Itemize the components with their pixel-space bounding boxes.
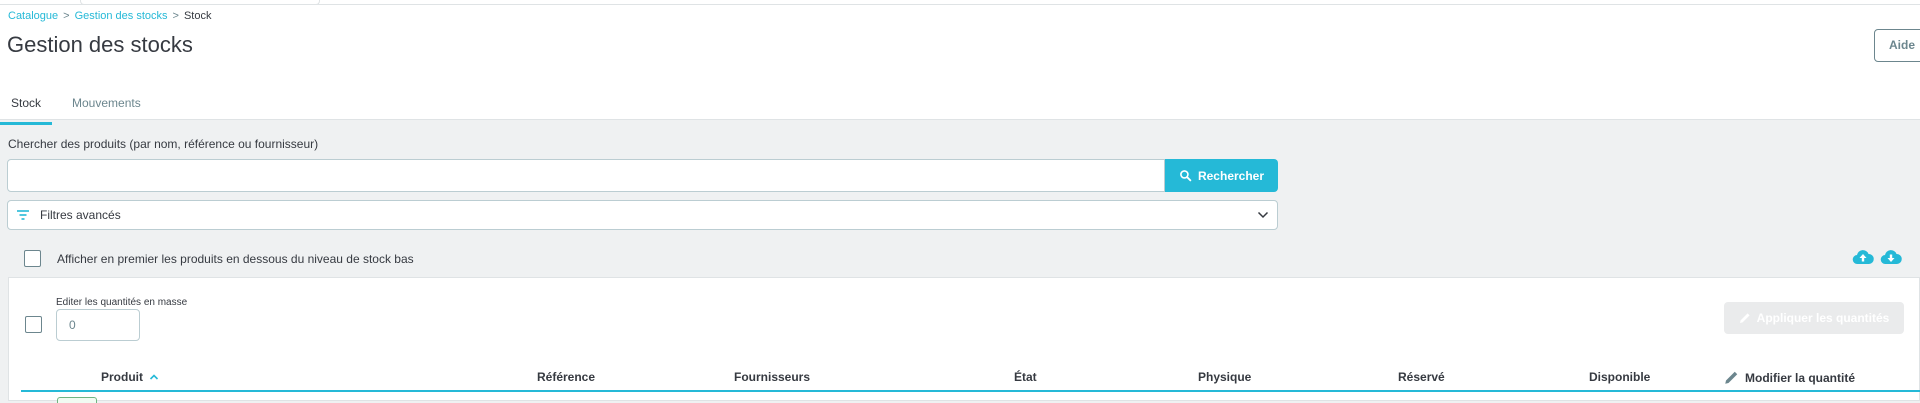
apply-quantities-button[interactable]: Appliquer les quantités <box>1724 302 1904 334</box>
search-label: Chercher des produits (par nom, référenc… <box>8 137 319 151</box>
cloud-upload-icon[interactable] <box>1852 249 1874 265</box>
tabs: Stock Mouvements <box>0 85 155 125</box>
help-button[interactable]: Aide <box>1874 29 1920 62</box>
breadcrumb-separator: > <box>63 10 70 22</box>
tab-movements[interactable]: Mouvements <box>52 85 155 125</box>
column-header-label: Disponible <box>1589 370 1651 384</box>
low-stock-label: Afficher en premier les produits en dess… <box>57 251 414 266</box>
select-all-checkbox[interactable] <box>25 316 42 333</box>
chevron-down-icon <box>1257 211 1269 219</box>
low-stock-checkbox[interactable] <box>24 250 41 267</box>
bulk-quantity-input[interactable] <box>56 309 140 341</box>
table-header: Produit Référence Fournisseurs État Phys… <box>21 367 1920 392</box>
sort-ascending-icon[interactable] <box>149 373 159 381</box>
product-thumbnail <box>57 397 97 403</box>
advanced-filters-dropdown[interactable]: Filtres avancés <box>7 200 1278 230</box>
bulk-edit-label: Editer les quantités en masse <box>56 297 188 308</box>
breadcrumb-stock-management-link[interactable]: Gestion des stocks <box>75 10 168 22</box>
column-header-label: État <box>1014 370 1037 384</box>
page-title: Gestion des stocks <box>7 32 193 57</box>
column-header-label: Référence <box>537 370 596 384</box>
column-header-status: État <box>1014 370 1037 384</box>
breadcrumb: Catalogue > Gestion des stocks > Stock <box>8 10 211 22</box>
filter-icon <box>17 210 29 220</box>
cloud-download-icon[interactable] <box>1880 249 1902 265</box>
breadcrumb-separator: > <box>172 10 179 22</box>
apply-quantities-label: Appliquer les quantités <box>1756 311 1890 325</box>
pencil-icon <box>1725 371 1738 384</box>
page-header: Catalogue > Gestion des stocks > Stock Gesti… <box>0 5 1920 125</box>
pencil-icon <box>1739 313 1750 323</box>
column-header-label: Produit <box>101 370 143 384</box>
column-header-label: Modifier la quantité <box>1745 370 1856 385</box>
import-export-buttons <box>1852 249 1902 265</box>
tab-stock[interactable]: Stock <box>0 85 53 125</box>
column-header-label: Fournisseurs <box>734 370 811 384</box>
column-header-physical: Physique <box>1198 370 1251 384</box>
column-header-label: Physique <box>1198 370 1252 384</box>
column-header-available: Disponible <box>1589 370 1650 384</box>
column-header-reserved: Réservé <box>1398 370 1445 384</box>
column-header-reference: Référence <box>537 370 595 384</box>
breadcrumb-current: Stock <box>183 10 212 22</box>
search-button[interactable]: Rechercher <box>1165 159 1278 192</box>
low-stock-option: Afficher en premier les produits en dess… <box>24 250 414 267</box>
search-input[interactable] <box>7 159 1165 192</box>
advanced-filters-label: Filtres avancés <box>40 208 121 222</box>
search-icon <box>1180 170 1192 182</box>
breadcrumb-catalogue-link[interactable]: Catalogue <box>8 10 58 22</box>
column-header-label: Réservé <box>1398 370 1445 384</box>
column-header-suppliers: Fournisseurs <box>734 370 810 384</box>
column-header-edit-quantity: Modifier la quantité <box>1724 370 1855 385</box>
search-button-label: Rechercher <box>1197 168 1265 183</box>
column-header-product[interactable]: Produit <box>101 370 159 384</box>
